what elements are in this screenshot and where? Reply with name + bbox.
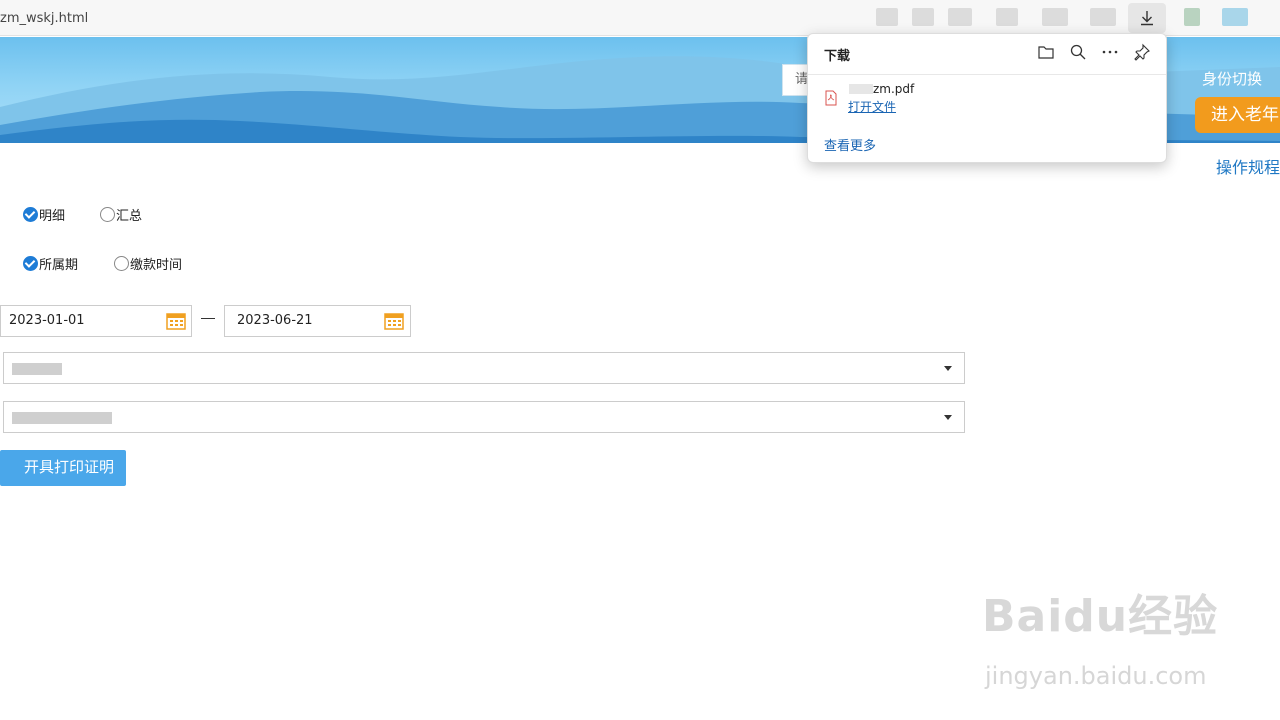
address-bar-url[interactable]: zm_wskj.html [0, 8, 860, 30]
extension-icon[interactable] [876, 8, 898, 26]
radio-payment-time[interactable]: 缴款时间 [114, 256, 182, 274]
extension-icon[interactable] [1184, 8, 1200, 26]
redacted-text [12, 412, 112, 424]
issue-print-certificate-button[interactable]: 开具打印证明 [0, 450, 126, 486]
radio-detail[interactable]: 明细 [23, 207, 65, 225]
calendar-icon[interactable] [166, 312, 186, 330]
downloads-title: 下载 [824, 49, 851, 64]
radio-checked-icon [23, 256, 38, 271]
taxpayer-select[interactable] [3, 352, 965, 384]
radio-unchecked-icon [114, 256, 129, 271]
redacted-text [849, 84, 873, 94]
see-more-link[interactable]: 查看更多 [824, 135, 876, 154]
operation-guide-link[interactable]: 操作规程 [1216, 154, 1280, 178]
download-icon [1141, 11, 1153, 26]
download-file-name-label: zm.pdf [873, 82, 915, 96]
chevron-down-icon [944, 415, 952, 420]
downloads-panel: 下载 zm.pdf 打开文件 查看更多 [807, 33, 1167, 163]
more-icon[interactable] [1101, 43, 1119, 61]
start-date-value: 2023-01-01 [9, 313, 85, 328]
extension-icon[interactable] [1090, 8, 1116, 26]
extension-icon[interactable] [996, 8, 1018, 26]
search-icon[interactable] [1069, 43, 1087, 61]
pin-icon[interactable] [1133, 43, 1151, 61]
profile-icon[interactable] [1222, 8, 1248, 26]
extension-icon[interactable] [912, 8, 934, 26]
start-date-input[interactable]: 2023-01-01 [0, 305, 192, 337]
radio-period[interactable]: 所属期 [23, 256, 78, 274]
download-file-name[interactable]: zm.pdf [849, 82, 914, 96]
extension-icon[interactable] [948, 8, 972, 26]
chevron-down-icon [944, 366, 952, 371]
downloads-button[interactable] [1128, 3, 1166, 33]
folder-icon[interactable] [1037, 43, 1055, 61]
radio-summary-label: 汇总 [116, 209, 143, 224]
tax-office-select[interactable] [3, 401, 965, 433]
role-switch-link[interactable]: 身份切换 [1202, 68, 1262, 89]
watermark-logo: Baidu经验 [982, 591, 1219, 642]
extension-icon[interactable] [1042, 8, 1068, 26]
radio-checked-icon [23, 207, 38, 222]
pdf-file-icon [825, 90, 837, 106]
end-date-input[interactable]: 2023-06-21 [224, 305, 411, 337]
date-range-separator [201, 318, 215, 319]
radio-unchecked-icon [100, 207, 115, 222]
open-file-link[interactable]: 打开文件 [848, 98, 896, 115]
radio-payment-time-label: 缴款时间 [130, 258, 183, 273]
radio-detail-label: 明细 [39, 209, 66, 224]
divider [808, 74, 1166, 75]
watermark-url: jingyan.baidu.com [985, 662, 1207, 690]
redacted-text [12, 363, 62, 375]
end-date-value: 2023-06-21 [237, 313, 313, 328]
calendar-icon[interactable] [384, 312, 404, 330]
elder-mode-button[interactable]: 进入老年 [1195, 97, 1280, 133]
radio-period-label: 所属期 [39, 258, 79, 273]
radio-summary[interactable]: 汇总 [100, 207, 142, 225]
